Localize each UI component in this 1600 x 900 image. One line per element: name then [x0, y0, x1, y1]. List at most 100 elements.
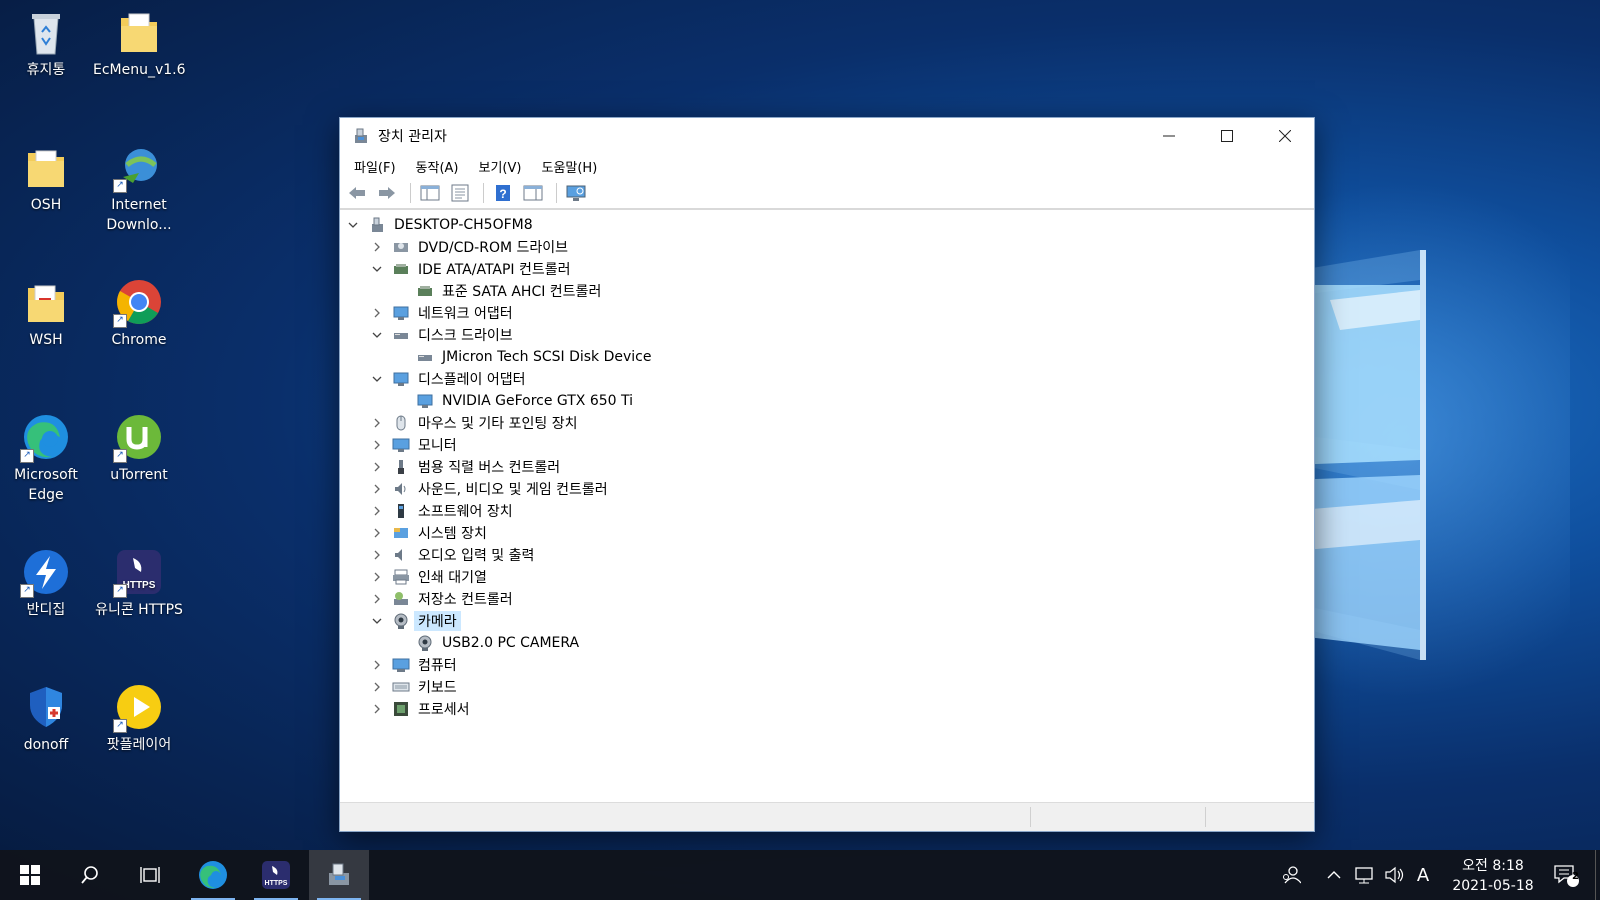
menu-bar: 파일(F) 동작(A) 보기(V) 도움말(H)	[340, 154, 1314, 178]
console-tree-icon	[420, 185, 440, 201]
status-bar	[340, 802, 1314, 831]
desktop-icon-ecmenu[interactable]: EcMenu_v1.6	[93, 0, 186, 80]
people-button[interactable]	[1276, 850, 1306, 900]
expand-chevron-icon[interactable]	[370, 588, 384, 610]
svg-text:HTTPS: HTTPS	[123, 580, 156, 591]
task-view-button[interactable]	[120, 850, 180, 900]
chevron-up-icon	[1327, 871, 1341, 879]
menu-action[interactable]: 동작(A)	[406, 157, 469, 176]
desktop-icon-chrome[interactable]: ↗ Chrome	[93, 270, 185, 350]
action-center-button[interactable]: 2	[1548, 850, 1584, 900]
tree-category[interactable]: 디스크 드라이브	[370, 324, 513, 346]
tree-category[interactable]: 모니터	[370, 434, 457, 456]
tree-category[interactable]: 오디오 입력 및 출력	[370, 544, 534, 566]
menu-help[interactable]: 도움말(H)	[531, 157, 607, 176]
help-button[interactable]: ?	[490, 181, 516, 205]
expand-chevron-icon[interactable]	[370, 566, 384, 588]
tree-device[interactable]: 표준 SATA AHCI 컨트롤러	[416, 280, 601, 302]
device-manager-window: 장치 관리자 파일(F) 동작(A) 보기(V) 도움말(H) ? DESKTO…	[339, 117, 1315, 832]
tree-category[interactable]: 컴퓨터	[370, 654, 457, 676]
tree-category[interactable]: 사운드, 비디오 및 게임 컨트롤러	[370, 478, 608, 500]
expand-chevron-icon[interactable]	[370, 698, 384, 720]
taskbar-device-manager[interactable]	[309, 850, 369, 900]
show-desktop-button[interactable]	[1595, 850, 1600, 900]
back-button[interactable]	[344, 181, 370, 205]
collapse-chevron-icon[interactable]	[346, 214, 360, 236]
desktop-icon-recycle-bin[interactable]: 휴지통	[0, 0, 92, 80]
desktop-icon-label: 반디집	[26, 602, 66, 618]
tree-category[interactable]: 마우스 및 기타 포인팅 장치	[370, 412, 577, 434]
expand-chevron-icon[interactable]	[370, 302, 384, 324]
collapse-chevron-icon[interactable]	[370, 610, 384, 632]
tree-root[interactable]: DESKTOP-CH5OFM8	[346, 214, 533, 236]
show-hidden-icons-button[interactable]	[1320, 850, 1348, 900]
taskbar-clock[interactable]: 오전 8:18 2021-05-18	[1438, 856, 1548, 896]
desktop-icon-utorrent[interactable]: ↗ uTorrent	[93, 405, 185, 485]
volume-button[interactable]	[1380, 850, 1408, 900]
tree-category[interactable]: 프로세서	[370, 698, 470, 720]
title-bar[interactable]: 장치 관리자	[340, 118, 1314, 154]
tree-device[interactable]: NVIDIA GeForce GTX 650 Ti	[416, 390, 633, 412]
taskbar-edge[interactable]	[183, 850, 243, 900]
desktop-icon-bandizip[interactable]: ↗ 반디집	[0, 540, 92, 620]
shortcut-arrow-icon: ↗	[113, 584, 127, 598]
expand-chevron-icon[interactable]	[370, 456, 384, 478]
tree-category[interactable]: 저장소 컨트롤러	[370, 588, 513, 610]
tree-category[interactable]: 네트워크 어댑터	[370, 302, 513, 324]
show-hide-console-tree-button[interactable]	[417, 181, 443, 205]
expand-chevron-icon[interactable]	[370, 500, 384, 522]
clock-time: 오전 8:18	[1462, 858, 1524, 874]
expand-chevron-icon[interactable]	[370, 654, 384, 676]
folder-icon	[22, 143, 70, 191]
search-button[interactable]	[60, 850, 120, 900]
desktop-icon-unicorn-https[interactable]: HTTPS ↗ 유니콘 HTTPS	[93, 540, 185, 620]
forward-button[interactable]	[374, 181, 400, 205]
expand-chevron-icon[interactable]	[370, 236, 384, 258]
tree-device[interactable]: JMicron Tech SCSI Disk Device	[416, 346, 651, 368]
tree-category[interactable]: 디스플레이 어댑터	[370, 368, 526, 390]
taskbar-unicorn-https[interactable]: HTTPS	[246, 850, 306, 900]
tree-category[interactable]: 소프트웨어 장치	[370, 500, 513, 522]
tree-category[interactable]: 카메라	[370, 610, 461, 632]
expand-chevron-icon[interactable]	[370, 522, 384, 544]
expand-chevron-icon[interactable]	[370, 434, 384, 456]
toolbar-separator	[410, 183, 411, 203]
tree-category[interactable]: IDE ATA/ATAPI 컨트롤러	[370, 258, 571, 280]
network-button[interactable]	[1350, 850, 1378, 900]
tree-category[interactable]: DVD/CD-ROM 드라이브	[370, 236, 568, 258]
tree-category[interactable]: 인쇄 대기열	[370, 566, 487, 588]
expand-chevron-icon[interactable]	[370, 412, 384, 434]
start-button[interactable]	[0, 850, 60, 900]
action-pane-button[interactable]	[520, 181, 546, 205]
desktop-icon-idm[interactable]: ↗ Internet Downlo...	[93, 135, 185, 235]
desktop-icon-potplayer[interactable]: ↗ 팟플레이어	[93, 675, 185, 755]
expand-chevron-icon[interactable]	[370, 544, 384, 566]
tree-category-label: 오디오 입력 및 출력	[418, 548, 535, 564]
desktop-icon-donoff[interactable]: donoff	[0, 675, 92, 755]
collapse-chevron-icon[interactable]	[370, 368, 384, 390]
desktop-icon-osh[interactable]: OSH	[0, 135, 92, 215]
close-button[interactable]	[1256, 118, 1314, 154]
tree-category-label: 마우스 및 기타 포인팅 장치	[418, 416, 578, 432]
expand-chevron-icon[interactable]	[370, 478, 384, 500]
maximize-button[interactable]	[1198, 118, 1256, 154]
scan-hardware-changes-button[interactable]	[563, 181, 589, 205]
expand-chevron-icon[interactable]	[370, 676, 384, 698]
collapse-chevron-icon[interactable]	[370, 324, 384, 346]
clock-date: 2021-05-18	[1452, 878, 1534, 894]
tree-device[interactable]: USB2.0 PC CAMERA	[416, 632, 579, 654]
tree-category[interactable]: 키보드	[370, 676, 457, 698]
minimize-icon	[1163, 135, 1175, 137]
minimize-button[interactable]	[1140, 118, 1198, 154]
collapse-chevron-icon[interactable]	[370, 258, 384, 280]
tree-category[interactable]: 범용 직렬 버스 컨트롤러	[370, 456, 560, 478]
menu-view[interactable]: 보기(V)	[469, 157, 532, 176]
properties-button[interactable]	[447, 181, 473, 205]
forward-arrow-icon	[379, 187, 395, 199]
notification-count-badge: 2	[1572, 871, 1579, 882]
tree-category[interactable]: 시스템 장치	[370, 522, 487, 544]
menu-file[interactable]: 파일(F)	[344, 157, 406, 176]
desktop-icon-edge[interactable]: ↗ Microsoft Edge	[0, 405, 92, 505]
input-method-indicator[interactable]: A	[1410, 850, 1436, 900]
desktop-icon-wsh[interactable]: WSH	[0, 270, 92, 350]
